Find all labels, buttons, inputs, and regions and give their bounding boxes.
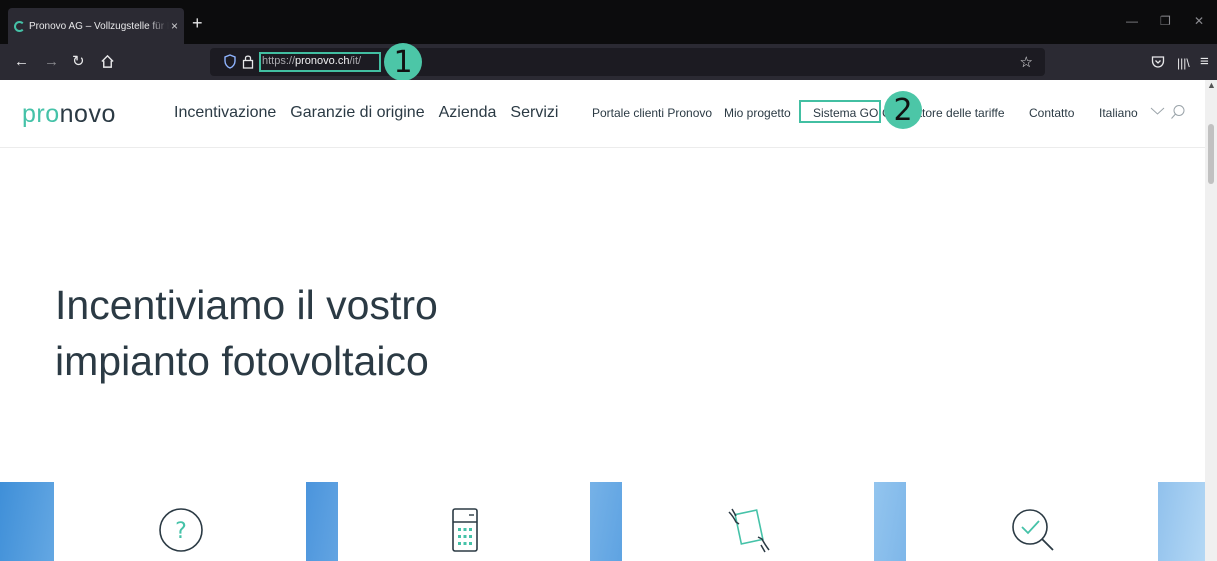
link-contatto[interactable]: Contatto <box>1029 106 1074 120</box>
restore-icon[interactable]: ❐ <box>1160 14 1171 28</box>
annotation-marker-1: 1 <box>384 43 422 81</box>
hero-title: Incentiviamo il vostro impianto fotovolt… <box>55 277 438 389</box>
address-bar[interactable]: https://pronovo.ch/it/ ☆ <box>210 48 1045 76</box>
lock-icon[interactable] <box>242 54 254 69</box>
search-icon[interactable] <box>1170 104 1186 120</box>
sistema-go-highlight-box <box>799 100 881 123</box>
scrollbar-thumb[interactable] <box>1208 124 1214 184</box>
card-question[interactable]: ? <box>54 464 306 561</box>
main-navigation: Incentivazione Garanzie di origine Azien… <box>174 104 558 122</box>
magnifier-check-icon <box>1012 509 1054 551</box>
back-icon[interactable]: ← <box>14 53 29 71</box>
calculator-icon <box>452 508 478 552</box>
web-page: pronovo Incentivazione Garanzie di origi… <box>0 80 1205 561</box>
card-check[interactable] <box>906 464 1158 561</box>
link-portale-clienti[interactable]: Portale clienti Pronovo <box>592 106 712 120</box>
site-header: pronovo Incentivazione Garanzie di origi… <box>0 80 1205 148</box>
annotation-marker-2: 2 <box>884 91 922 129</box>
loading-icon <box>14 20 25 32</box>
url-highlight-box <box>259 52 381 72</box>
chevron-down-icon[interactable] <box>1150 105 1165 117</box>
document-handover-icon <box>728 508 770 553</box>
navigation-toolbar: ← → ↻ https://pronovo.ch/it/ ☆ |||\ ≡ <box>0 44 1217 80</box>
pocket-icon[interactable] <box>1151 55 1165 69</box>
tab-close-button[interactable]: × <box>171 19 178 33</box>
close-window-icon[interactable]: ✕ <box>1194 14 1204 28</box>
reload-icon[interactable]: ↻ <box>72 53 85 71</box>
nav-garanzie-di-origine[interactable]: Garanzie di origine <box>290 104 424 122</box>
new-tab-button[interactable]: + <box>192 14 203 32</box>
tab-title: Pronovo AG – Vollzugstelle für Herkunfts… <box>29 20 169 32</box>
svg-text:?: ? <box>175 519 187 544</box>
hero-title-line-2: impianto fotovoltaico <box>55 338 429 384</box>
menu-icon[interactable]: ≡ <box>1200 53 1209 71</box>
nav-azienda[interactable]: Azienda <box>439 104 497 122</box>
forward-icon[interactable]: → <box>44 53 59 71</box>
hero-title-line-1: Incentiviamo il vostro <box>55 282 438 328</box>
nav-incentivazione[interactable]: Incentivazione <box>174 104 276 122</box>
home-icon[interactable] <box>100 54 115 69</box>
library-icon[interactable]: |||\ <box>1177 54 1190 72</box>
language-selector[interactable]: Italiano <box>1099 106 1138 120</box>
question-icon: ? <box>159 508 203 552</box>
bookmark-star-icon[interactable]: ☆ <box>1020 53 1033 71</box>
card-document-hands[interactable] <box>622 464 874 561</box>
minimize-icon[interactable]: — <box>1126 14 1138 28</box>
pronovo-logo[interactable]: pronovo <box>22 100 116 129</box>
browser-tab[interactable]: Pronovo AG – Vollzugstelle für Herkunfts… <box>8 8 184 44</box>
scroll-up-icon[interactable]: ▲ <box>1207 80 1216 90</box>
nav-servizi[interactable]: Servizi <box>510 104 558 122</box>
tab-bar: Pronovo AG – Vollzugstelle für Herkunfts… <box>0 0 1217 44</box>
page-scrollbar[interactable]: ▲ <box>1205 80 1217 561</box>
link-mio-progetto[interactable]: Mio progetto <box>724 106 791 120</box>
card-calculator[interactable] <box>338 464 590 561</box>
shield-icon[interactable] <box>224 54 236 69</box>
